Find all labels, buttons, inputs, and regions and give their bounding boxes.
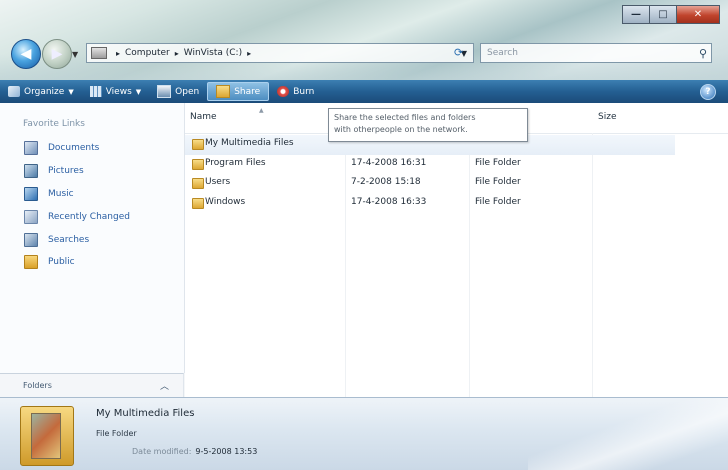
breadcrumb-separator-icon[interactable]: ▸	[116, 49, 120, 58]
column-header-name[interactable]: Name	[190, 112, 217, 122]
breadcrumb-separator-icon[interactable]: ▸	[247, 49, 251, 58]
help-icon[interactable]: ?	[700, 83, 716, 100]
explorer-window: — □ ✕ ◀ ▶ ▼ ▸ Computer ▸ WinVista (C:) ▸…	[0, 0, 728, 470]
share-icon	[216, 85, 231, 98]
tooltip-line: with otherpeople on the network.	[334, 125, 468, 134]
close-button[interactable]: ✕	[676, 5, 720, 24]
nav-item-label: Recently Changed	[48, 211, 130, 222]
breadcrumb-computer[interactable]: Computer	[125, 48, 170, 58]
views-label: Views	[105, 86, 132, 97]
nav-item-searches[interactable]: Searches	[0, 228, 184, 251]
search-input[interactable]: Search ⚲	[480, 43, 712, 63]
sort-arrow-icon: ▲	[259, 107, 264, 114]
search-placeholder: Search	[487, 48, 518, 58]
forward-button[interactable]: ▶	[42, 39, 72, 69]
title-bar	[0, 0, 728, 80]
folder-icon	[192, 178, 204, 189]
file-type: File Folder	[475, 177, 521, 187]
nav-item-recently-changed[interactable]: Recently Changed	[0, 205, 184, 228]
documents-icon	[24, 141, 38, 156]
nav-item-label: Pictures	[48, 166, 84, 177]
nav-item-label: Documents	[48, 143, 100, 154]
folder-icon	[192, 158, 204, 170]
details-item-name: My Multimedia Files	[96, 408, 195, 419]
chevron-up-icon: ︿	[159, 382, 169, 392]
share-label: Share	[234, 86, 261, 97]
file-name: Users	[205, 177, 231, 187]
open-label: Open	[175, 86, 200, 97]
table-row[interactable]: Windows 17-4-2008 16:33 File Folder	[185, 194, 675, 214]
burn-button[interactable]: Burn	[269, 81, 322, 102]
nav-item-pictures[interactable]: Pictures	[0, 160, 184, 183]
details-date-modified: Date modified: 9-5-2008 13:53	[132, 447, 257, 456]
table-row[interactable]: Users 7-2-2008 15:18 File Folder	[185, 174, 675, 194]
chevron-down-icon: ▼	[68, 87, 74, 96]
favorite-links-list: Documents Pictures Music Recently Change…	[0, 137, 184, 274]
navigation-pane: Favorite Links Documents Pictures Music …	[0, 103, 185, 373]
searches-icon	[24, 232, 38, 247]
tooltip-line: Share the selected files and folders	[334, 113, 476, 122]
file-date: 7-2-2008 15:18	[351, 177, 421, 187]
window-controls: — □ ✕	[622, 5, 720, 24]
nav-item-label: Searches	[48, 234, 90, 245]
file-list: Name ▲ Size My Multimedia Files Program …	[185, 103, 728, 397]
burn-icon	[277, 86, 290, 97]
public-folder-icon	[24, 255, 38, 270]
burn-label: Burn	[293, 86, 315, 97]
folders-label: Folders	[23, 381, 52, 390]
date-modified-label: Date modified:	[132, 447, 192, 456]
file-type: File Folder	[475, 157, 521, 168]
nav-item-label: Public	[48, 257, 75, 268]
date-modified-value: 9-5-2008 13:53	[195, 447, 258, 456]
file-name: My Multimedia Files	[205, 138, 294, 148]
forward-arrow-icon: ▶	[51, 46, 63, 62]
share-tooltip: Share the selected files and folders wit…	[328, 108, 528, 142]
folder-thumbnail-icon	[20, 406, 74, 466]
open-button[interactable]: Open	[149, 81, 207, 102]
command-bar: Organize ▼ Views ▼ Open Share Burn ?	[0, 80, 728, 103]
table-row[interactable]: Program Files 17-4-2008 16:31 File Folde…	[185, 155, 675, 175]
search-icon[interactable]: ⚲	[699, 47, 707, 60]
file-type: File Folder	[475, 196, 521, 207]
views-icon	[89, 86, 102, 97]
organize-icon	[8, 86, 20, 97]
music-icon	[24, 186, 38, 201]
breadcrumb-separator-icon[interactable]: ▸	[175, 49, 179, 58]
refresh-icon[interactable]: ⟳	[454, 46, 463, 59]
file-name: Program Files	[205, 157, 266, 168]
recently-changed-icon	[24, 209, 38, 224]
details-pane: My Multimedia Files File Folder Date mod…	[0, 397, 728, 470]
maximize-button[interactable]: □	[649, 5, 676, 24]
views-button[interactable]: Views ▼	[82, 81, 149, 102]
favorite-links-heading: Favorite Links	[23, 119, 85, 129]
pictures-icon	[24, 164, 38, 179]
folder-icon	[192, 139, 204, 150]
nav-item-documents[interactable]: Documents	[0, 137, 184, 160]
breadcrumb-drive[interactable]: WinVista (C:)	[184, 48, 242, 58]
chevron-down-icon: ▼	[72, 50, 79, 59]
folders-toggle[interactable]: Folders ︿	[0, 373, 184, 397]
recent-pages-dropdown[interactable]: ▼	[72, 50, 78, 59]
back-arrow-icon: ◀	[20, 46, 32, 62]
chevron-down-icon: ▼	[135, 87, 142, 96]
details-item-type: File Folder	[96, 429, 137, 438]
nav-item-music[interactable]: Music	[0, 183, 184, 206]
organize-button[interactable]: Organize ▼	[0, 81, 82, 102]
open-icon	[157, 85, 172, 98]
back-button[interactable]: ◀	[11, 39, 41, 69]
organize-label: Organize	[24, 86, 65, 97]
file-date: 17-4-2008 16:33	[351, 196, 427, 207]
nav-item-public[interactable]: Public	[0, 251, 184, 274]
address-bar[interactable]: ▸ Computer ▸ WinVista (C:) ▸ ▼	[86, 43, 474, 63]
folder-icon	[192, 197, 204, 209]
file-name: Windows	[205, 196, 246, 207]
column-header-size[interactable]: Size	[598, 112, 616, 122]
file-rows: My Multimedia Files Program Files 17-4-2…	[185, 135, 675, 213]
share-button[interactable]: Share	[207, 82, 270, 101]
file-date: 17-4-2008 16:31	[351, 157, 427, 168]
nav-item-label: Music	[48, 188, 74, 199]
minimize-button[interactable]: —	[622, 5, 649, 24]
drive-icon	[91, 47, 107, 59]
